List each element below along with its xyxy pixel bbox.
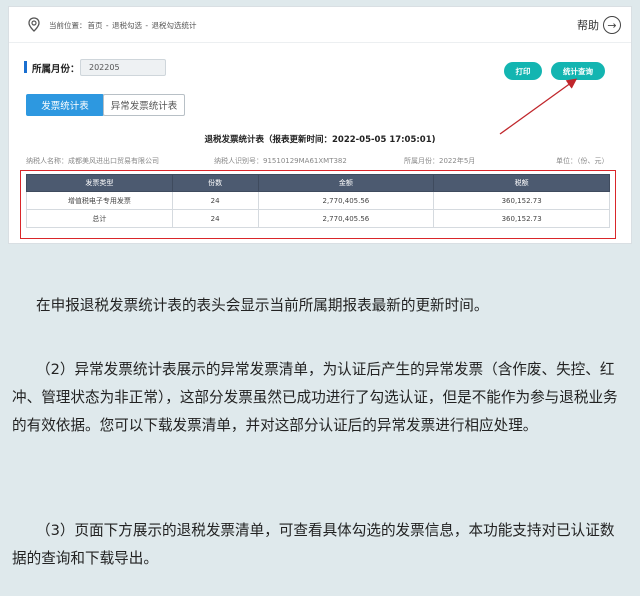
- cell-tax: 360,152.73: [433, 191, 610, 210]
- col-count: 份数: [171, 174, 259, 192]
- col-amount: 金额: [257, 174, 435, 192]
- top-bar: 当前位置：首页 - 退税勾选 - 退税勾选统计 帮助 →: [9, 7, 631, 43]
- taxpayer-name: 纳税人名称：成都美风进出口贸易有限公司: [26, 157, 159, 165]
- table-total-row: 总计 24 2,770,405.56 360,152.73: [26, 209, 610, 228]
- cell-invoice-type: 总计: [26, 209, 173, 228]
- breadcrumb-current: 退税勾选统计: [151, 21, 197, 30]
- breadcrumb-refund-select[interactable]: 退税勾选: [112, 21, 142, 30]
- report-period: 所属月份：2022年5月: [404, 157, 476, 165]
- stats-query-button[interactable]: 统计查询: [551, 62, 605, 80]
- invoice-stats-table: 发票类型 份数 金额 税额 增值税电子专用发票 24 2,770,405.56 …: [26, 174, 610, 228]
- tab-abnormal-invoice-stats[interactable]: 异常发票统计表: [103, 94, 185, 116]
- cell-amount: 2,770,405.56: [257, 191, 435, 210]
- report-title: 退税发票统计表（报表更新时间：2022-05-05 17:05:01): [204, 135, 436, 145]
- period-label: 所属月份：: [32, 64, 80, 75]
- taxpayer-id: 纳税人识别号：91510129MA61XMT382: [214, 157, 347, 165]
- paragraph-1: 在申报退税发票统计表的表头会显示当前所属期报表最新的更新时间。: [36, 297, 489, 314]
- paragraph-2: （2）异常发票统计表展示的异常发票清单，为认证后产生的异常发票（含作废、失控、红…: [12, 361, 618, 434]
- breadcrumb-prefix: 当前位置：: [49, 21, 87, 30]
- cell-tax: 360,152.73: [433, 209, 610, 228]
- report-unit: 单位：（份、元）: [556, 157, 609, 165]
- breadcrumb-sep: -: [142, 21, 151, 30]
- breadcrumb-sep: -: [103, 21, 111, 30]
- breadcrumb: 当前位置：首页 - 退税勾选 - 退税勾选统计: [49, 20, 197, 31]
- location-icon: [28, 17, 40, 32]
- cell-invoice-type: 增值税电子专用发票: [26, 191, 173, 210]
- table-row: 增值税电子专用发票 24 2,770,405.56 360,152.73: [26, 191, 610, 210]
- arrow-right-icon: →: [603, 16, 621, 34]
- cell-count: 24: [171, 209, 259, 228]
- breadcrumb-home[interactable]: 首页: [88, 21, 103, 30]
- col-invoice-type: 发票类型: [26, 174, 173, 192]
- table-header-row: 发票类型 份数 金额 税额: [26, 174, 610, 192]
- section-marker: [24, 61, 27, 73]
- period-input[interactable]: 202205: [80, 59, 166, 76]
- help-button[interactable]: 帮助 →: [577, 15, 621, 35]
- tab-invoice-stats[interactable]: 发票统计表: [26, 94, 104, 116]
- cell-amount: 2,770,405.56: [257, 209, 435, 228]
- help-label: 帮助: [577, 19, 599, 32]
- cell-count: 24: [171, 191, 259, 210]
- col-tax: 税额: [433, 174, 610, 192]
- print-button[interactable]: 打印: [504, 62, 542, 80]
- paragraph-3: （3）页面下方展示的退税发票清单，可查看具体勾选的发票信息，本功能支持对已认证数…: [12, 522, 615, 567]
